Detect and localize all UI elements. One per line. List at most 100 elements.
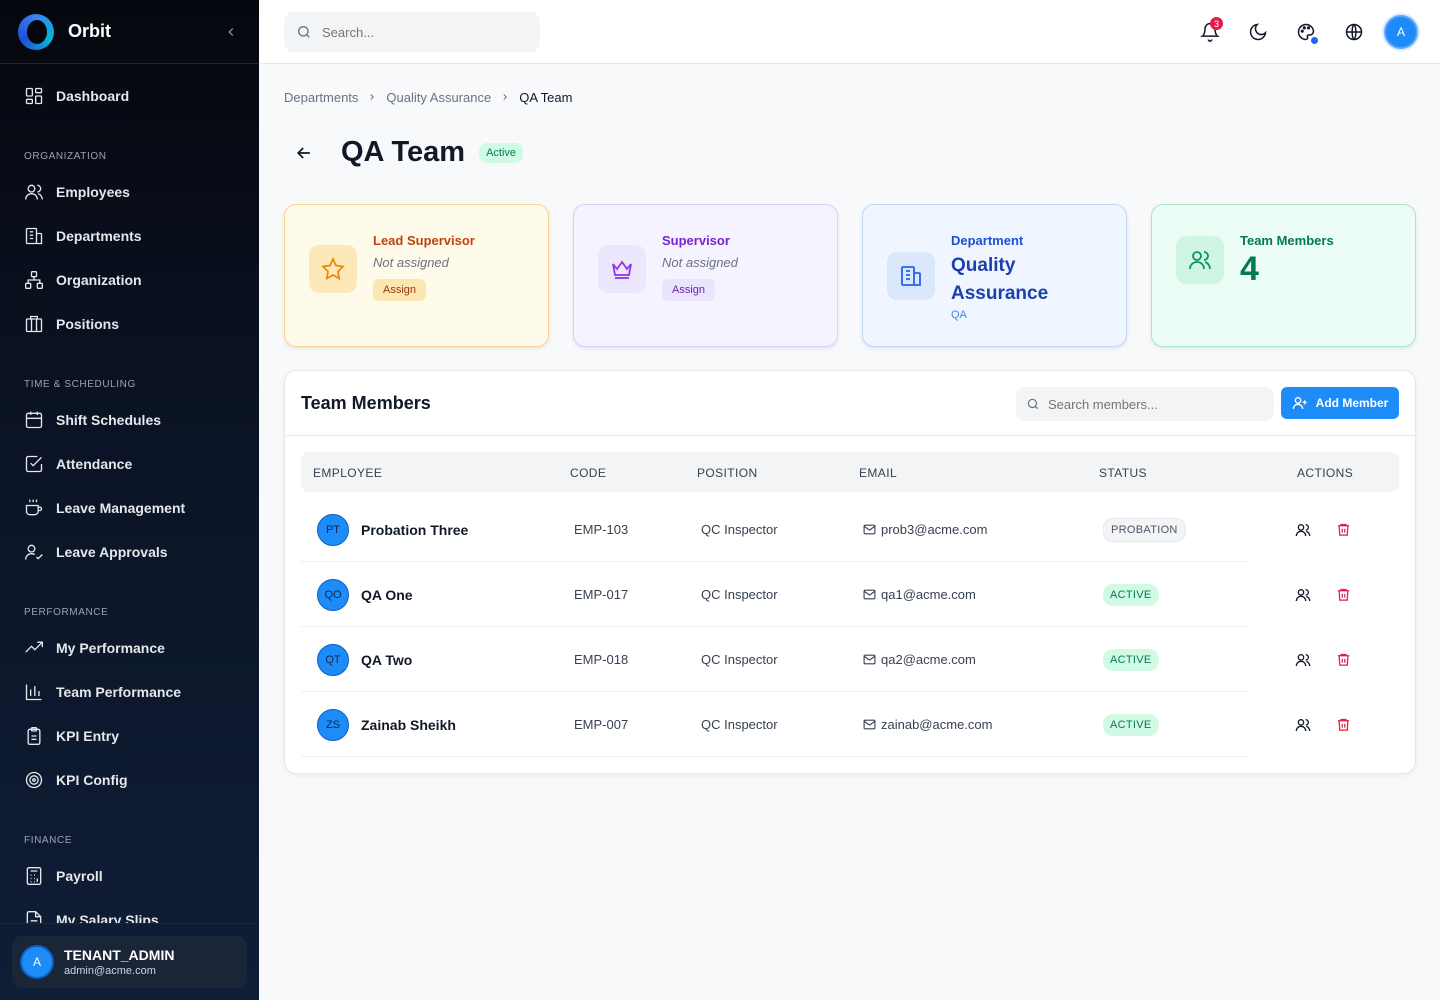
sidebar-item-kpi-entry[interactable]: KPI Entry bbox=[0, 714, 259, 758]
table-row: ZS Zainab Sheikh EMP-007 QC Inspector za… bbox=[301, 692, 1349, 757]
trash-icon bbox=[1337, 523, 1349, 536]
manage-member-button[interactable] bbox=[1291, 583, 1315, 607]
sidebar-item-departments[interactable]: Departments bbox=[0, 214, 259, 258]
avatar: PT bbox=[317, 513, 349, 546]
remove-member-button[interactable] bbox=[1331, 648, 1355, 672]
trash-icon bbox=[1337, 718, 1349, 731]
column-code: CODE bbox=[570, 466, 607, 480]
collapse-sidebar-button[interactable] bbox=[221, 22, 241, 42]
manage-member-button[interactable] bbox=[1291, 648, 1315, 672]
columns-icon bbox=[25, 315, 43, 333]
remove-member-button[interactable] bbox=[1331, 583, 1355, 607]
employee-name[interactable]: Zainab Sheikh bbox=[361, 717, 456, 733]
sidebar-item-leave-approvals[interactable]: Leave Approvals bbox=[0, 530, 259, 574]
assign-lead-supervisor-button[interactable]: Assign bbox=[373, 279, 427, 301]
remove-member-button[interactable] bbox=[1331, 518, 1355, 542]
sidebar-item-label: KPI Config bbox=[56, 772, 128, 788]
calculator-icon bbox=[26, 867, 42, 885]
employee-code: EMP-018 bbox=[574, 652, 629, 667]
employee-name[interactable]: Probation Three bbox=[361, 522, 468, 538]
mail-icon bbox=[863, 719, 876, 730]
member-search-input[interactable] bbox=[1048, 396, 1258, 412]
remove-member-button[interactable] bbox=[1331, 713, 1355, 737]
trending-up-icon bbox=[25, 641, 43, 653]
user-profile-box[interactable]: A TENANT_ADMIN admin@acme.com bbox=[12, 936, 247, 988]
target-icon bbox=[25, 771, 43, 789]
employee-email[interactable]: prob3@acme.com bbox=[881, 522, 987, 537]
sidebar-item-kpi-config[interactable]: KPI Config bbox=[0, 758, 259, 802]
sidebar-item-payroll[interactable]: Payroll bbox=[0, 854, 259, 898]
avatar: QT bbox=[317, 643, 349, 676]
arrow-left-icon bbox=[296, 146, 310, 159]
sidebar-item-my-performance[interactable]: My Performance bbox=[0, 626, 259, 670]
user-name: TENANT_ADMIN bbox=[64, 947, 175, 963]
breadcrumb: Departments Quality Assurance QA Team bbox=[284, 90, 572, 105]
user-avatar-button[interactable]: A bbox=[1384, 15, 1418, 49]
sidebar: Orbit Dashboard ORGANIZATION Employees D… bbox=[0, 0, 259, 1000]
employee-email[interactable]: qa2@acme.com bbox=[881, 652, 976, 667]
sidebar-item-team-performance[interactable]: Team Performance bbox=[0, 670, 259, 714]
breadcrumb-departments[interactable]: Departments bbox=[284, 90, 358, 105]
employee-email[interactable]: qa1@acme.com bbox=[881, 587, 976, 602]
clipboard-icon bbox=[27, 727, 41, 745]
palette-button[interactable] bbox=[1288, 14, 1324, 50]
sidebar-item-label: My Salary Slips bbox=[56, 912, 159, 923]
sidebar-item-label: Dashboard bbox=[56, 88, 130, 104]
building-icon bbox=[25, 227, 43, 245]
lead-supervisor-card: Lead Supervisor Not assigned Assign bbox=[284, 204, 549, 347]
card-label: Department bbox=[951, 233, 1024, 248]
sidebar-item-my-salary-slips[interactable]: My Salary Slips bbox=[0, 898, 259, 923]
sidebar-item-positions[interactable]: Positions bbox=[0, 302, 259, 346]
assign-supervisor-button[interactable]: Assign bbox=[662, 279, 716, 301]
dashboard-icon bbox=[25, 87, 43, 105]
calendar-icon bbox=[25, 411, 43, 429]
language-button[interactable] bbox=[1336, 14, 1372, 50]
search-input[interactable] bbox=[322, 24, 522, 40]
add-member-button[interactable]: Add Member bbox=[1281, 387, 1399, 419]
globe-icon bbox=[1345, 23, 1363, 41]
manage-member-button[interactable] bbox=[1291, 518, 1315, 542]
section-organization: ORGANIZATION bbox=[24, 151, 107, 162]
sidebar-item-label: Team Performance bbox=[56, 684, 182, 700]
theme-toggle-button[interactable] bbox=[1240, 14, 1276, 50]
star-icon bbox=[309, 245, 357, 293]
member-search[interactable] bbox=[1016, 387, 1274, 421]
sidebar-item-label: Payroll bbox=[56, 868, 103, 884]
back-button[interactable] bbox=[289, 138, 319, 168]
sidebar-item-employees[interactable]: Employees bbox=[0, 170, 259, 214]
topbar: 3 A bbox=[259, 0, 1440, 64]
users-icon bbox=[1295, 718, 1311, 731]
sidebar-item-dashboard[interactable]: Dashboard bbox=[0, 74, 259, 118]
mail-icon bbox=[863, 524, 876, 535]
employee-name[interactable]: QA One bbox=[361, 587, 413, 603]
sidebar-item-shift-schedules[interactable]: Shift Schedules bbox=[0, 398, 259, 442]
breadcrumb-quality-assurance[interactable]: Quality Assurance bbox=[386, 90, 491, 105]
brand-name: Orbit bbox=[68, 21, 111, 41]
mail-icon bbox=[863, 654, 876, 665]
employee-email[interactable]: zainab@acme.com bbox=[881, 717, 992, 732]
sidebar-item-label: Attendance bbox=[56, 456, 133, 472]
table-row: QO QA One EMP-017 QC Inspector qa1@acme.… bbox=[301, 562, 1349, 627]
table-row: PT Probation Three EMP-103 QC Inspector … bbox=[301, 497, 1349, 562]
sidebar-item-organization[interactable]: Organization bbox=[0, 258, 259, 302]
status-badge: ACTIVE bbox=[1103, 583, 1159, 606]
status-badge: ACTIVE bbox=[1103, 648, 1159, 671]
sidebar-item-label: Leave Management bbox=[56, 500, 186, 516]
status-badge: ACTIVE bbox=[1103, 713, 1159, 736]
trash-icon bbox=[1337, 588, 1349, 601]
building-icon bbox=[887, 252, 935, 300]
employee-name[interactable]: QA Two bbox=[361, 652, 412, 668]
card-label: Supervisor bbox=[662, 233, 730, 248]
section-finance: FINANCE bbox=[24, 835, 73, 846]
crown-icon bbox=[598, 245, 646, 293]
sidebar-item-attendance[interactable]: Attendance bbox=[0, 442, 259, 486]
manage-member-button[interactable] bbox=[1291, 713, 1315, 737]
notifications-button[interactable]: 3 bbox=[1192, 14, 1228, 50]
employee-position: QC Inspector bbox=[701, 522, 778, 537]
orbit-logo-icon bbox=[18, 13, 54, 50]
org-chart-icon bbox=[25, 271, 43, 289]
sidebar-item-leave-management[interactable]: Leave Management bbox=[0, 486, 259, 530]
global-search[interactable] bbox=[284, 12, 540, 52]
palette-indicator-dot bbox=[1311, 37, 1318, 44]
avatar: ZS bbox=[317, 708, 349, 741]
